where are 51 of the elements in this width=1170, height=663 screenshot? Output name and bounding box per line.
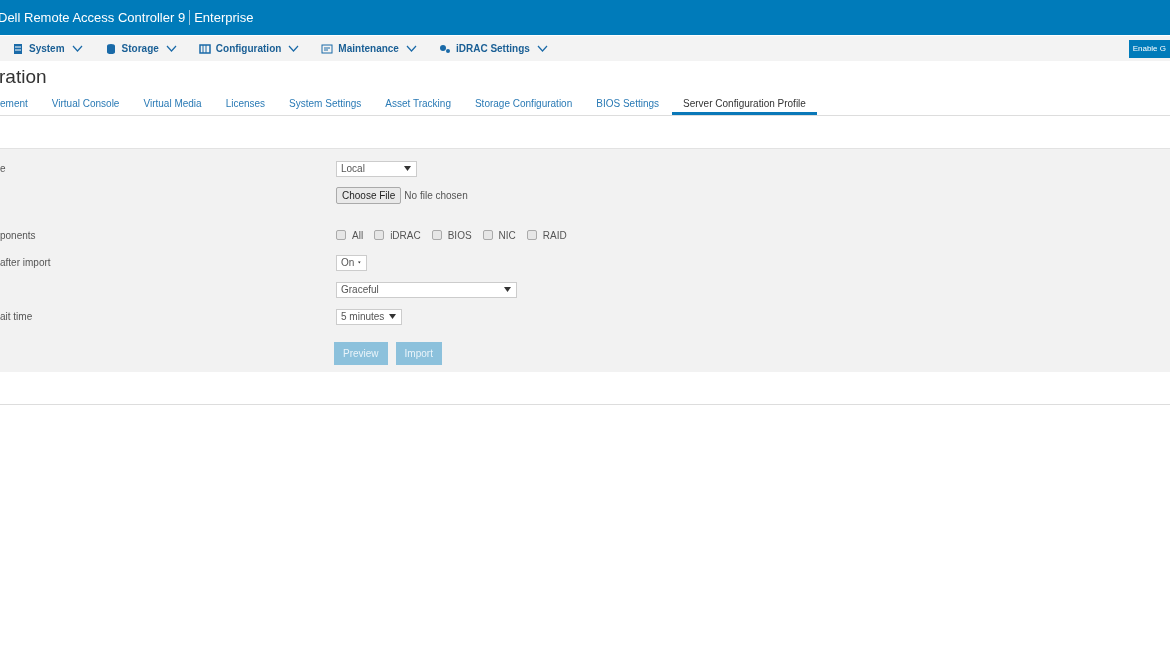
checkbox[interactable] [431,230,442,240]
chevron-down-icon [71,45,83,52]
grid-icon [198,42,211,55]
checkbox-label: NIC [498,229,516,241]
tab[interactable]: Server Configuration Profile [672,95,817,115]
field-label: e [0,163,6,174]
dropdown[interactable]: On [336,254,367,271]
enable-button[interactable]: Enable G [1128,39,1170,58]
dropdown[interactable]: 5 minutes [336,308,402,325]
checkbox[interactable] [526,230,537,240]
nav-menu[interactable]: System [12,42,83,55]
gears-icon [438,42,451,55]
tab[interactable]: Storage Configuration [463,95,584,115]
dropdown-arrow-icon [404,166,411,171]
page-title: ration [0,65,48,89]
tab[interactable]: BIOS Settings [585,95,671,115]
tab[interactable]: Asset Tracking [374,95,462,115]
checkbox-label: All [352,229,364,241]
chevron-down-icon [536,45,548,52]
field-label: ponents [0,229,36,241]
checkbox-label: iDRAC [390,229,421,241]
nav-menu[interactable]: Storage [104,42,177,55]
tab[interactable]: ement [0,95,39,115]
dropdown-arrow-icon [504,287,511,292]
nav-menu[interactable]: Configuration [198,42,300,55]
checkbox[interactable] [482,230,493,240]
dropdown-arrow-icon [358,260,361,265]
chevron-down-icon [288,45,300,52]
checkbox[interactable] [336,230,346,240]
checkbox-label: RAID [542,229,567,241]
nav-menu[interactable]: iDRAC Settings [438,42,548,55]
dropdown[interactable]: Graceful [336,281,517,298]
checkbox-label: BIOS [447,229,472,241]
field-label: after import [0,257,51,268]
chevron-down-icon [165,45,177,52]
chevron-down-icon [405,45,417,52]
tab[interactable]: Virtual Media [132,95,213,115]
dropdown[interactable]: Local [336,160,417,177]
nav-menu[interactable]: Maintenance [321,42,417,55]
field-label: ait time [0,311,33,322]
edition-label: Enterprise [193,10,254,25]
checkbox[interactable] [374,230,385,240]
panel-icon [321,42,334,55]
server-icon [12,42,24,55]
tab[interactable]: System Settings [278,95,373,115]
tab[interactable]: Licenses [214,95,277,115]
choose-file-button[interactable]: Choose File [336,187,402,204]
dropdown-arrow-icon [389,314,396,319]
database-icon [104,42,117,55]
file-status: No file chosen [404,190,468,201]
tab[interactable]: Virtual Console [40,95,131,115]
